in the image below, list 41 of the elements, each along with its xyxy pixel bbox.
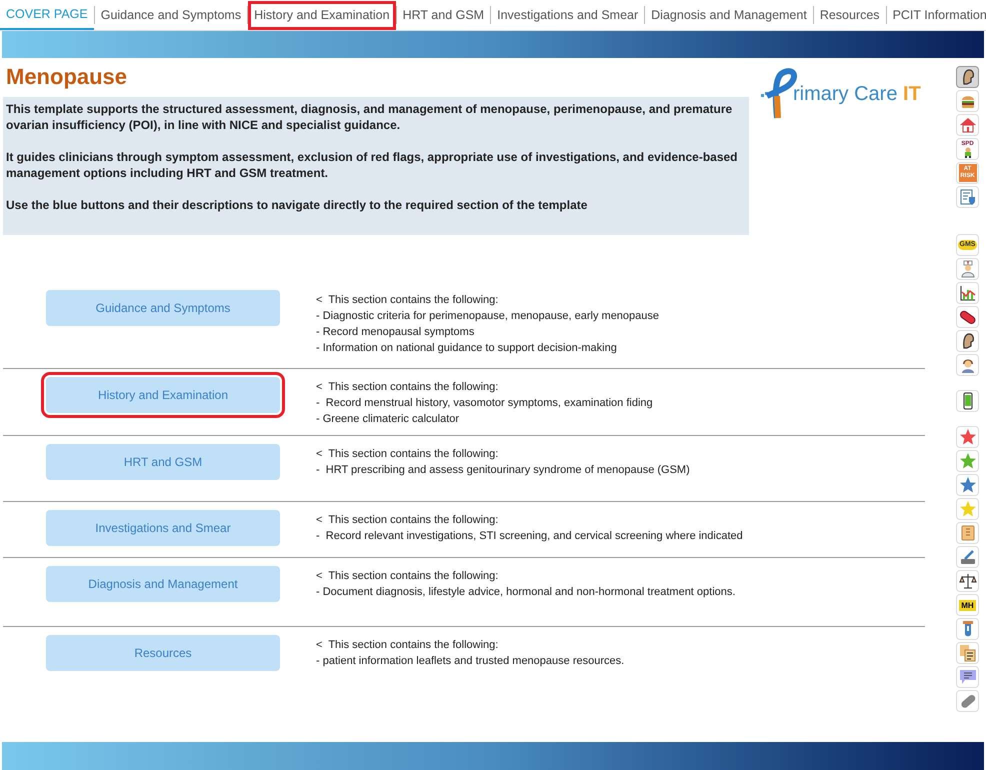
section-description-line: < This section contains the following: (316, 638, 500, 653)
section-description-line: < This section contains the following: (316, 513, 500, 528)
house-icon (958, 116, 976, 134)
scales-icon (958, 572, 976, 590)
chart-icon (958, 284, 976, 302)
toolbar-button[interactable] (956, 66, 979, 88)
section-description-line: < This section contains the following: (316, 447, 500, 462)
section-description-line: - Record relevant investigations, STI screening, and cervical screening where indicated (316, 529, 743, 544)
section-description-line: - Record menstrual history, vasomotor symptoms, examination fiding (316, 396, 653, 411)
intro-paragraph: Use the blue buttons and their descriptions to navigate directly to the required section of the template (6, 197, 588, 213)
section-description-line: - Diagnostic criteria for perimenopause, menopause, early menopause (316, 309, 660, 324)
intro-paragraph: It guides clinicians through symptom assessment, exclusion of red flags, appropriate use of investigations, and evidence-based management options including HRT and GSM treatment. (6, 149, 739, 181)
mh-icon: MH (959, 600, 976, 610)
intro-paragraph: This template supports the structured assessment, diagnosis, and management of menopause, perimenopause, and premature ovarian insufficiency (POI), in line with NICE and specialist guidance. (6, 101, 734, 133)
section-description-line: < This section contains the following: (316, 380, 500, 395)
pen-icon (958, 548, 976, 566)
chat-icon (958, 668, 976, 686)
tab[interactable]: Resources (814, 0, 886, 30)
section-description-line: < This section contains the following: (316, 569, 500, 584)
page-title: Menopause (5, 63, 128, 91)
tab[interactable]: Guidance and Symptoms (94, 0, 248, 30)
section-description-line: - Document diagnosis, lifestyle advice, hormonal and non-hormonal treatment options. (316, 585, 736, 600)
capsule-icon (958, 692, 976, 710)
tab[interactable]: HRT and GSM (396, 0, 490, 30)
section-description-line: - Record menopausal symptoms (316, 325, 476, 340)
nurse-icon (958, 260, 976, 278)
section-description-line: - HRT prescribing and assess genitourinary syndrome of menopause (GSM) (316, 463, 690, 478)
tab[interactable]: Diagnosis and Management (645, 0, 813, 30)
section-description-line: - Greene climateric calculator (316, 412, 460, 427)
document-shield-icon (958, 188, 976, 206)
tab[interactable]: Investigations and Smear (491, 0, 644, 30)
section-description-line: < This section contains the following: (316, 293, 500, 308)
logo: rimary Care IT (759, 66, 921, 121)
section-description-line: - Information on national guidance to support decision-making (316, 341, 618, 356)
section-description-line: - patient information leaflets and trusted menopause resources. (316, 654, 624, 669)
documents-icon (958, 644, 976, 662)
toolbar-button[interactable]: MH (956, 594, 979, 616)
scroll-icon (958, 524, 976, 542)
tab[interactable]: PCIT Information (886, 0, 986, 30)
pill-icon (958, 308, 976, 326)
tab[interactable]: History and Examination (248, 0, 396, 30)
